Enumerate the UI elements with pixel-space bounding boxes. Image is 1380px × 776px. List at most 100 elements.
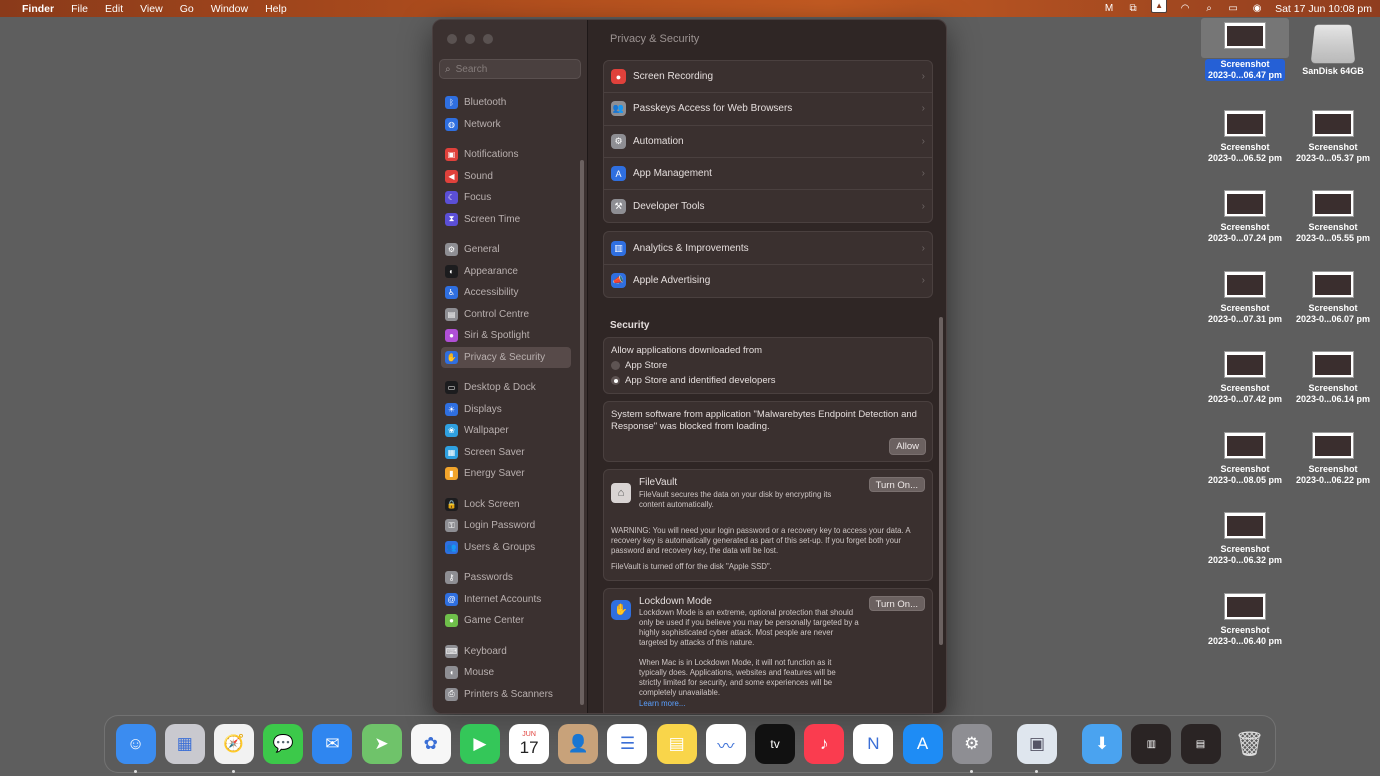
sidebar-item-keyboard[interactable]: ⌨ Keyboard: [441, 641, 571, 663]
freeform-icon[interactable]: 〰: [705, 724, 746, 764]
sidebar-item-appearance[interactable]: ◐ Appearance: [441, 261, 571, 283]
menu-finder[interactable]: Finder: [22, 3, 54, 15]
sidebar-item-privacy-security[interactable]: ✋ Privacy & Security: [441, 346, 571, 368]
sidebar-item-siri-spotlight[interactable]: ● Siri & Spotlight: [441, 325, 571, 347]
maps-icon[interactable]: ➤: [361, 724, 402, 764]
notes-icon[interactable]: ▤: [656, 724, 697, 764]
screenshot-stack-icon[interactable]: ▥: [1131, 724, 1172, 764]
sidebar-item-displays[interactable]: ☀ Displays: [441, 399, 571, 421]
sidebar-item-game-center[interactable]: ● Game Center: [441, 610, 571, 632]
sidebar-scrollbar[interactable]: [580, 160, 584, 705]
wifi-icon[interactable]: ◠: [1179, 3, 1191, 14]
reminders-icon[interactable]: ☰: [607, 724, 648, 764]
menu-edit[interactable]: Edit: [105, 3, 123, 15]
finder-icon[interactable]: ☺: [115, 724, 156, 773]
search-input[interactable]: [455, 63, 566, 75]
sidebar-item-sound[interactable]: ◀ Sound: [441, 166, 571, 188]
siri-icon[interactable]: ◉: [1251, 3, 1263, 14]
menu-go[interactable]: Go: [180, 3, 194, 15]
row-developer-tools[interactable]: ⚒ Developer Tools ›: [604, 190, 932, 222]
screenshot-file-icon[interactable]: Screenshot 2023-0...07.31 pm: [1201, 271, 1289, 325]
row-automation[interactable]: ⚙ Automation ›: [604, 126, 932, 158]
row-analytics-improvements[interactable]: ▥ Analytics & Improvements ›: [604, 232, 932, 265]
screenshot-stack-icon[interactable]: ▤: [1180, 724, 1221, 764]
sidebar-item-login-password[interactable]: ⚿ Login Password: [441, 515, 571, 537]
close-button[interactable]: [447, 34, 457, 44]
minimize-button[interactable]: [465, 34, 475, 44]
row-passkeys-access-for-web-browsers[interactable]: 👥 Passkeys Access for Web Browsers ›: [604, 93, 932, 126]
row-screen-recording[interactable]: ● Screen Recording ›: [604, 61, 932, 94]
sidebar-item-printers-scanners[interactable]: ⎙ Printers & Scanners: [441, 684, 571, 706]
sidebar-item-notifications[interactable]: ▣ Notifications: [441, 144, 571, 166]
screenshot-file-icon[interactable]: Screenshot 2023-0...06.52 pm: [1201, 110, 1289, 164]
row-apple-advertising[interactable]: 📣 Apple Advertising ›: [604, 265, 932, 297]
facetime-icon[interactable]: ▶: [459, 724, 500, 764]
sidebar-item-bluetooth[interactable]: ᛒ Bluetooth: [441, 92, 571, 114]
screenshot-file-icon[interactable]: Screenshot 2023-0...06.22 pm: [1289, 432, 1377, 486]
sidebar-item-lock-screen[interactable]: 🔒 Lock Screen: [441, 494, 571, 516]
learn-more-link[interactable]: Learn more...: [639, 699, 869, 709]
screenshot-file-icon[interactable]: Screenshot 2023-0...06.47 pm: [1201, 18, 1289, 81]
filevault-turn-on-button[interactable]: Turn On...: [868, 476, 925, 492]
row-app-management[interactable]: A App Management ›: [604, 158, 932, 191]
menu-clock[interactable]: Sat 17 Jun 10:08 pm: [1275, 3, 1372, 15]
sidebar-item-wallpaper[interactable]: ❀ Wallpaper: [441, 420, 571, 442]
screenshot-file-icon[interactable]: Screenshot 2023-0...05.37 pm: [1289, 110, 1377, 164]
menu-help[interactable]: Help: [265, 3, 287, 15]
preview-icon[interactable]: ▣: [1016, 724, 1057, 773]
downloads-folder-icon[interactable]: ⬇: [1082, 724, 1123, 764]
calendar-icon[interactable]: JUN 17: [509, 724, 550, 764]
launchpad-icon[interactable]: ▦: [164, 724, 205, 764]
sidebar-item-internet-accounts[interactable]: @ Internet Accounts: [441, 589, 571, 611]
control-centre-icon[interactable]: ▭: [1227, 3, 1239, 14]
mail-icon[interactable]: ✉: [312, 724, 353, 764]
menu-view[interactable]: View: [140, 3, 163, 15]
sidebar-item-energy-saver[interactable]: ▮ Energy Saver: [441, 463, 571, 485]
messages-icon[interactable]: 💬: [263, 724, 304, 764]
app-store-icon[interactable]: A: [902, 724, 943, 764]
screenshot-file-icon[interactable]: Screenshot 2023-0...06.32 pm: [1201, 512, 1289, 566]
safari-icon[interactable]: 🧭: [213, 724, 254, 773]
sidebar-item-control-centre[interactable]: ▤ Control Centre: [441, 304, 571, 326]
photos-icon[interactable]: ✿: [410, 724, 451, 764]
menu-file[interactable]: File: [71, 3, 88, 15]
disk-icon[interactable]: SanDisk 64GB: [1289, 22, 1377, 77]
contacts-icon[interactable]: 👤: [558, 724, 599, 764]
news-icon[interactable]: N: [853, 724, 894, 764]
screen-share-icon[interactable]: ⧉: [1127, 3, 1139, 14]
sidebar-item-screen-time[interactable]: ⧗ Screen Time: [441, 209, 571, 231]
screenshot-file-icon[interactable]: Screenshot 2023-0...06.40 pm: [1201, 593, 1289, 647]
screenshot-file-icon[interactable]: Screenshot 2023-0...07.42 pm: [1201, 351, 1289, 405]
radio-identified-developers[interactable]: App Store and identified developers: [611, 375, 925, 386]
sidebar-item-passwords[interactable]: ⚷ Passwords: [441, 567, 571, 589]
sidebar-item-users-groups[interactable]: 👥 Users & Groups: [441, 537, 571, 559]
sidebar-item-desktop-dock[interactable]: ▭ Desktop & Dock: [441, 377, 571, 399]
lockdown-turn-on-button[interactable]: Turn On...: [868, 595, 925, 611]
zoom-button[interactable]: [483, 34, 493, 44]
radio-app-store[interactable]: App Store: [611, 360, 925, 371]
screenshot-file-icon[interactable]: Screenshot 2023-0...07.24 pm: [1201, 190, 1289, 244]
apple-tv-icon[interactable]: tv: [755, 724, 796, 764]
screenshot-file-icon[interactable]: Screenshot 2023-0...05.55 pm: [1289, 190, 1377, 244]
sidebar-item-mouse[interactable]: ◖ Mouse: [441, 662, 571, 684]
content-scrollbar[interactable]: [939, 317, 943, 645]
sidebar-item-network[interactable]: ◍ Network: [441, 114, 571, 136]
user-app-icon[interactable]: ▲: [1151, 0, 1168, 13]
sidebar-item-focus[interactable]: ☾ Focus: [441, 187, 571, 209]
screenshot-file-icon[interactable]: Screenshot 2023-0...06.07 pm: [1289, 271, 1377, 325]
malwarebytes-icon[interactable]: M: [1103, 3, 1115, 14]
spotlight-search-icon[interactable]: ⌕: [1203, 3, 1215, 14]
radio-app-store-control[interactable]: [611, 361, 620, 371]
radio-identified-developers-control[interactable]: [611, 376, 620, 386]
sidebar-item-accessibility[interactable]: ♿ Accessibility: [441, 282, 571, 304]
menu-window[interactable]: Window: [211, 3, 248, 15]
sidebar-search[interactable]: ⌕: [439, 59, 581, 79]
music-icon[interactable]: ♪: [804, 724, 845, 764]
allow-button[interactable]: Allow: [889, 437, 926, 455]
sidebar-item-screen-saver[interactable]: ▦ Screen Saver: [441, 442, 571, 464]
screenshot-file-icon[interactable]: Screenshot 2023-0...08.05 pm: [1201, 432, 1289, 486]
sidebar-item-general[interactable]: ⚙ General: [441, 239, 571, 261]
screenshot-file-icon[interactable]: Screenshot 2023-0...06.14 pm: [1289, 351, 1377, 405]
system-settings-icon[interactable]: ⚙: [951, 724, 992, 773]
trash-icon[interactable]: 🗑: [1230, 724, 1270, 764]
